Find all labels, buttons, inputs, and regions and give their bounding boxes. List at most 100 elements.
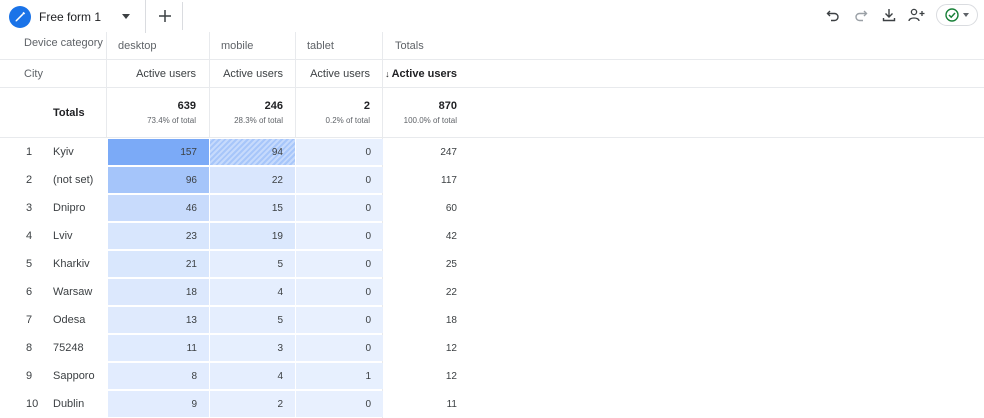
city-cell[interactable]: Kyiv (53, 138, 74, 166)
table-row[interactable]: 6 Warsaw 18 4 0 22 (0, 278, 984, 306)
tablet-cell[interactable]: 0 (296, 307, 383, 333)
city-cell[interactable]: Kharkiv (53, 250, 90, 278)
desktop-cell[interactable]: 9 (108, 391, 209, 417)
dimension-label[interactable]: Device category (24, 26, 106, 60)
mobile-cell[interactable]: 5 (210, 307, 295, 333)
tablet-cell[interactable]: 0 (296, 139, 383, 165)
mobile-cell[interactable]: 2 (210, 391, 295, 417)
city-cell[interactable]: Lviv (53, 222, 73, 250)
city-cell[interactable]: Sapporo (53, 362, 95, 390)
desktop-cell[interactable]: 11 (108, 335, 209, 361)
chevron-down-icon[interactable] (122, 14, 130, 19)
column-header-mobile[interactable]: mobile (221, 32, 296, 59)
desktop-cell[interactable]: 23 (108, 223, 209, 249)
row-dimension-label[interactable]: City (24, 60, 106, 87)
tab-title: Free form 1 (39, 9, 102, 24)
mobile-cell[interactable]: 22 (210, 167, 295, 193)
table-row[interactable]: 1 Kyiv 157 94 0 247 (0, 138, 984, 166)
mobile-cell[interactable]: 94 (210, 139, 295, 165)
total-cell[interactable]: 60 (384, 194, 457, 222)
total-cell[interactable]: 247 (384, 138, 457, 166)
sorted-metric-label: Active users (391, 67, 457, 80)
column-header-totals[interactable]: Totals (395, 32, 485, 59)
city-cell[interactable]: Warsaw (53, 278, 92, 306)
desktop-cell[interactable]: 18 (108, 279, 209, 305)
mobile-cell[interactable]: 3 (210, 335, 295, 361)
total-cell[interactable]: 11 (384, 390, 457, 418)
row-index: 4 (26, 230, 33, 242)
row-index: 3 (26, 202, 33, 214)
table-row[interactable]: 2 (not set) 96 22 0 117 (0, 166, 984, 194)
tablet-cell[interactable]: 0 (296, 223, 383, 249)
check-circle-icon (945, 8, 959, 22)
column-header-tablet[interactable]: tablet (307, 32, 382, 59)
desktop-cell[interactable]: 8 (108, 363, 209, 389)
table-row[interactable]: 9 Sapporo 8 4 1 12 (0, 362, 984, 390)
desktop-cell[interactable]: 96 (108, 167, 209, 193)
mobile-cell[interactable]: 5 (210, 251, 295, 277)
table-row[interactable]: 10 Dublin 9 2 0 11 (0, 390, 984, 418)
city-cell[interactable]: 75248 (53, 334, 84, 362)
total-cell[interactable]: 22 (384, 278, 457, 306)
city-cell[interactable]: (not set) (53, 166, 93, 194)
row-index: 8 (26, 342, 33, 354)
tablet-cell[interactable]: 0 (296, 391, 383, 417)
total-cell[interactable]: 18 (384, 306, 457, 334)
table-row[interactable]: 4 Lviv 23 19 0 42 (0, 222, 984, 250)
share-user-icon[interactable] (908, 6, 926, 24)
row-index: 2 (26, 174, 33, 186)
plus-icon (158, 10, 171, 22)
table-row[interactable]: 7 Odesa 13 5 0 18 (0, 306, 984, 334)
row-index: 5 (26, 258, 33, 270)
desktop-cell[interactable]: 46 (108, 195, 209, 221)
metric-header-desktop[interactable]: Active users (108, 60, 196, 87)
total-cell[interactable]: 117 (384, 166, 457, 194)
desktop-cell[interactable]: 21 (108, 251, 209, 277)
mobile-cell[interactable]: 4 (210, 279, 295, 305)
metric-header-mobile[interactable]: Active users (210, 60, 283, 87)
tablet-cell[interactable]: 0 (296, 335, 383, 361)
sort-arrow-icon: ↓ (385, 68, 390, 79)
total-cell[interactable]: 25 (384, 250, 457, 278)
city-cell[interactable]: Dnipro (53, 194, 85, 222)
toolbar-actions (824, 4, 978, 26)
redo-icon[interactable] (852, 6, 870, 24)
desktop-cell[interactable]: 157 (108, 139, 209, 165)
row-index: 6 (26, 286, 33, 298)
tablet-cell[interactable]: 0 (296, 251, 383, 277)
total-cell[interactable]: 42 (384, 222, 457, 250)
pencil-icon (9, 5, 31, 28)
tablet-cell[interactable]: 1 (296, 363, 383, 389)
table-row[interactable]: 3 Dnipro 46 15 0 60 (0, 194, 984, 222)
city-cell[interactable]: Odesa (53, 306, 85, 334)
status-dropdown[interactable] (936, 4, 978, 26)
city-cell[interactable]: Dublin (53, 390, 84, 418)
metric-header-totals[interactable]: ↓ Active users (384, 60, 457, 87)
row-index: 7 (26, 314, 33, 326)
row-index: 10 (26, 398, 39, 410)
add-tab-button[interactable] (147, 2, 183, 30)
free-form-table: Device category desktop mobile tablet To… (0, 32, 984, 418)
total-tablet: 2 0.2% of total (325, 100, 370, 125)
mobile-cell[interactable]: 15 (210, 195, 295, 221)
mobile-cell[interactable]: 4 (210, 363, 295, 389)
mobile-cell[interactable]: 19 (210, 223, 295, 249)
column-dimension-header: Device category desktop mobile tablet To… (0, 32, 984, 60)
total-cell[interactable]: 12 (384, 334, 457, 362)
tablet-cell[interactable]: 0 (296, 167, 383, 193)
metric-header-tablet[interactable]: Active users (296, 60, 370, 87)
undo-icon[interactable] (824, 6, 842, 24)
table-row[interactable]: 8 75248 11 3 0 12 (0, 334, 984, 362)
toolbar: Free form 1 (0, 0, 984, 33)
table-body: 1 Kyiv 157 94 0 247 2 (not set) 96 22 0 117 3 Dnipro 4… (0, 138, 984, 418)
download-icon[interactable] (880, 6, 898, 24)
tablet-cell[interactable]: 0 (296, 195, 383, 221)
table-row[interactable]: 5 Kharkiv 21 5 0 25 (0, 250, 984, 278)
chevron-down-icon (963, 13, 969, 17)
desktop-cell[interactable]: 13 (108, 307, 209, 333)
total-cell[interactable]: 12 (384, 362, 457, 390)
column-header-desktop[interactable]: desktop (118, 32, 208, 59)
total-all: 870 100.0% of total (403, 100, 457, 125)
totals-row: Totals 639 73.4% of total 246 28.3% of tot… (0, 88, 984, 138)
tablet-cell[interactable]: 0 (296, 279, 383, 305)
